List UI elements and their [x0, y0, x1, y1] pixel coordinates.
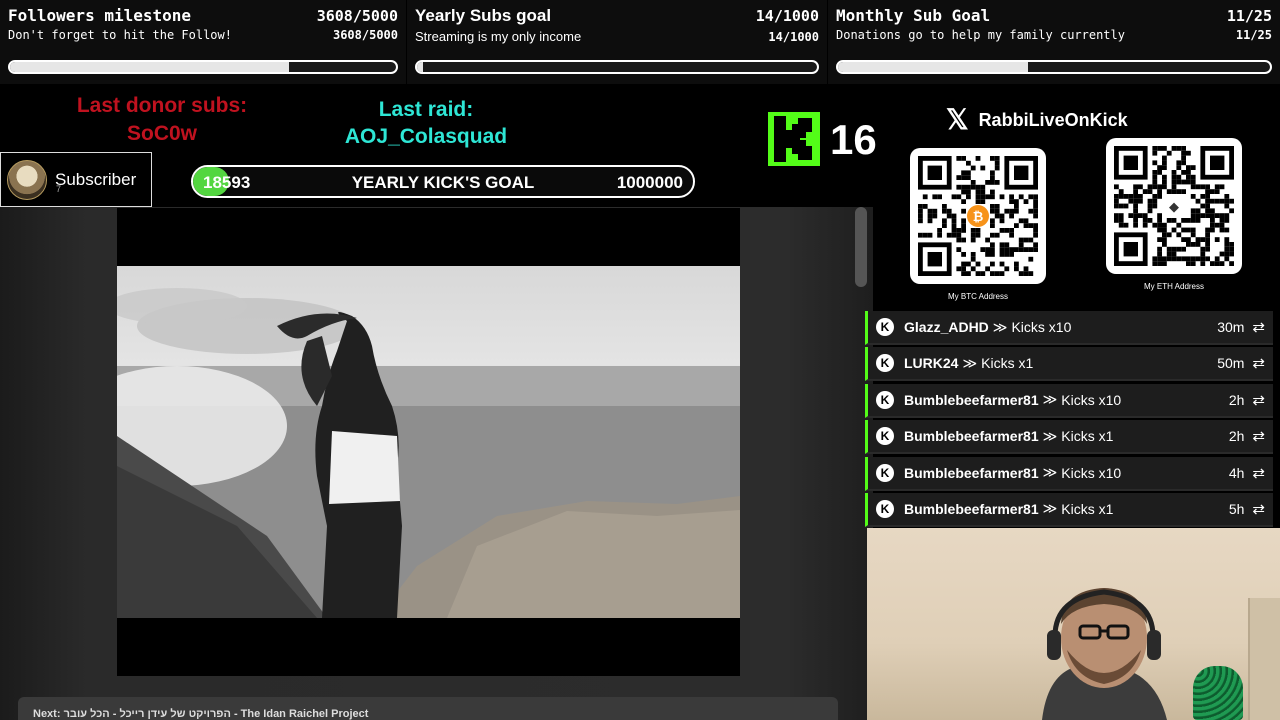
subscriber-alert: Subscriber 7	[0, 152, 152, 207]
feed-item-text: Kicks x1	[1061, 500, 1114, 517]
social-handle: 𝕏 RabbiLiveOnKick	[946, 106, 1128, 134]
kick-k-icon: K	[876, 354, 894, 373]
kick-k-icon: K	[876, 499, 894, 518]
feed-separator: ≫	[1042, 500, 1058, 517]
last-donor-name: SoC0w	[126, 122, 197, 145]
feed-item: K Glazz_ADHD ≫ Kicks x10 30m ⇄	[865, 311, 1273, 345]
feed-item-text: Kicks x1	[981, 355, 1034, 372]
last-raid-name: AOJ_Colasquad	[344, 125, 508, 148]
feed-time: 2h	[1228, 391, 1245, 408]
repeat-icon: ⇄	[1252, 355, 1265, 373]
eth-qr-code: ◆	[1106, 138, 1242, 274]
eth-qr-label: My ETH Address	[1143, 282, 1204, 291]
last-donor: Last donor subs: SoC0w	[62, 92, 262, 148]
feed-item: K Bumblebeefarmer81 ≫ Kicks x10 4h ⇄	[865, 456, 1273, 491]
feed-item-text: Kicks x1	[1061, 428, 1114, 445]
yearly-kick-goal-bar: 18593 YEARLY KICK'S GOAL 1000000	[191, 165, 695, 198]
scrollbar[interactable]	[855, 207, 867, 287]
repeat-icon: ⇄	[1252, 464, 1265, 482]
repeat-icon: ⇄	[1252, 391, 1265, 409]
goal-title: Yearly Subs goal	[415, 6, 552, 25]
goal-subtitle: Don't forget to hit the Follow!	[8, 28, 232, 42]
goal-subtitle: Donations go to help my family currently	[836, 28, 1125, 42]
avatar	[7, 159, 47, 200]
feed-item-text: Kicks x10	[1061, 464, 1122, 481]
goal-count: 11/25	[1226, 7, 1272, 25]
feed-time: 30m	[1217, 319, 1245, 335]
kick-logo-icon	[768, 112, 820, 166]
goal-progress-bar	[836, 60, 1272, 74]
social-handle-name: RabbiLiveOnKick	[978, 109, 1128, 130]
feed-user: LURK24	[904, 355, 959, 372]
feed-separator: ≫	[1042, 391, 1058, 408]
next-label: Next:	[33, 708, 61, 720]
goal-progress-bar	[8, 60, 398, 74]
video-frame[interactable]	[117, 208, 740, 676]
repeat-icon: ⇄	[1252, 319, 1265, 336]
video-scene	[117, 266, 740, 618]
kick-counter: 16	[830, 116, 877, 163]
kick-k-icon: K	[876, 318, 894, 336]
goal-subcount: 3608/5000	[332, 28, 398, 42]
feed-user: Bumblebeefarmer81	[904, 391, 1039, 408]
feed-time: 50m	[1217, 355, 1245, 372]
goal-count: 14/1000	[755, 7, 819, 25]
last-raid: Last raid: AOJ_Colasquad	[336, 96, 516, 150]
x-logo-icon: 𝕏	[946, 104, 969, 135]
next-video-bar[interactable]: Next: הפרויקט של עידן רייכל - הכל עובר -…	[18, 697, 838, 720]
feed-separator: ≫	[1042, 427, 1058, 444]
repeat-icon: ⇄	[1252, 428, 1265, 446]
feed-separator: ≫	[992, 318, 1008, 335]
btc-qr-code: ₿	[910, 148, 1046, 284]
next-video-title: הפרויקט של עידן רייכל - הכל עובר - The I…	[63, 708, 369, 720]
goal-subcount: 14/1000	[768, 30, 819, 44]
feed-time: 2h	[1228, 428, 1245, 445]
repeat-icon: ⇄	[1252, 500, 1265, 518]
goal-count: 3608/5000	[316, 7, 398, 25]
feed-time: 5h	[1228, 500, 1245, 517]
svg-text:◆: ◆	[1169, 200, 1179, 215]
feed-item-text: Kicks x10	[1011, 319, 1072, 335]
goal-title: Followers milestone	[8, 6, 192, 25]
feed-item: K Bumblebeefarmer81 ≫ Kicks x10 2h ⇄	[865, 383, 1273, 418]
kick-goal-target: 1000000	[616, 173, 683, 192]
feed-separator: ≫	[962, 354, 978, 371]
feed-item-text: Kicks x10	[1061, 391, 1122, 408]
goal-progress-bar	[415, 60, 819, 74]
kick-feed: K Glazz_ADHD ≫ Kicks x10 30m ⇄ K LURK24 …	[865, 311, 1273, 529]
monthly-sub-goal: Monthly Sub Goal 11/25 Donations go to he…	[828, 0, 1280, 84]
feed-user: Bumblebeefarmer81	[904, 428, 1039, 445]
kick-k-icon: K	[876, 463, 894, 482]
yearly-subs-goal: Yearly Subs goal 14/1000 Streaming is my …	[407, 0, 827, 84]
kick-k-icon: K	[876, 390, 894, 409]
feed-user: Glazz_ADHD	[904, 319, 989, 335]
svg-text:₿: ₿	[973, 210, 984, 225]
feed-separator: ≫	[1042, 464, 1058, 481]
followers-goal: Followers milestone 3608/5000 Don't forge…	[0, 0, 406, 84]
subscriber-count: 7	[56, 184, 62, 194]
goal-subtitle: Streaming is my only income	[415, 29, 582, 44]
feed-user: Bumblebeefarmer81	[904, 464, 1039, 481]
plant-decoration	[1193, 666, 1243, 720]
subscriber-label: Subscriber	[55, 169, 137, 189]
feed-item: K Bumblebeefarmer81 ≫ Kicks x1 5h ⇄	[865, 492, 1273, 527]
last-raid-label: Last raid:	[378, 98, 474, 121]
goal-title: Monthly Sub Goal	[836, 6, 991, 25]
feed-item: K LURK24 ≫ Kicks x1 50m ⇄	[865, 347, 1273, 382]
goal-subcount: 11/25	[1235, 28, 1272, 42]
feed-user: Bumblebeefarmer81	[904, 500, 1039, 517]
last-donor-label: Last donor subs:	[76, 94, 248, 117]
feed-item: K Bumblebeefarmer81 ≫ Kicks x1 2h ⇄	[865, 420, 1273, 455]
kick-k-icon: K	[876, 427, 894, 446]
webcam-feed	[867, 528, 1280, 720]
feed-time: 4h	[1228, 464, 1245, 481]
btc-qr-label: My BTC Address	[947, 292, 1008, 301]
